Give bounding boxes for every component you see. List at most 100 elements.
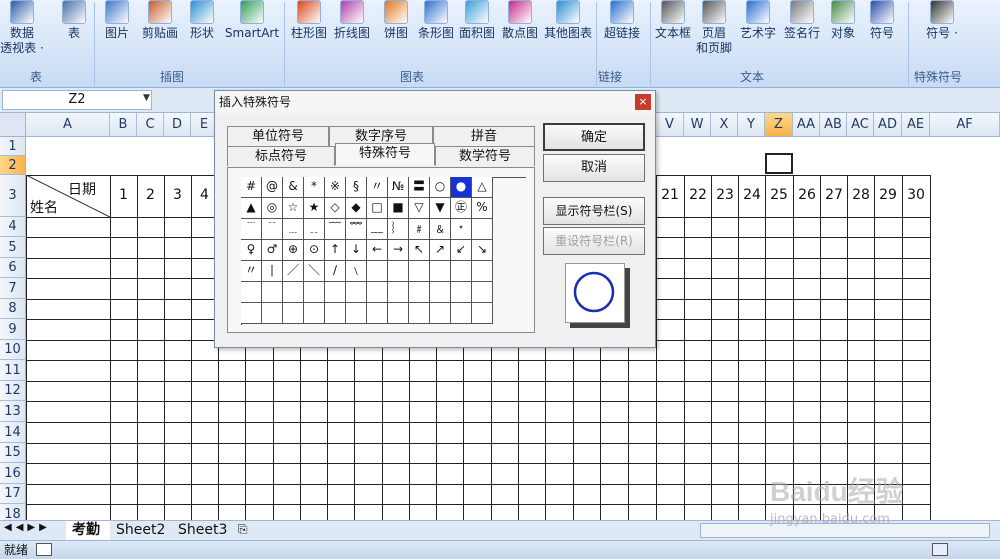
ribbon-button-14[interactable]: 文本框 (652, 0, 694, 41)
symbol-cell[interactable] (451, 282, 472, 303)
column-header-ae[interactable]: AE (902, 113, 930, 137)
symbol-cell[interactable]: ︴ (388, 219, 409, 240)
row-header-6[interactable]: 6 (0, 258, 26, 278)
symbol-cell[interactable]: ← (367, 240, 388, 261)
ribbon-button-15[interactable]: 页眉 和页脚 (694, 0, 734, 56)
symbol-cell[interactable]: ↗ (430, 240, 451, 261)
symbol-cell[interactable]: 〓 (409, 177, 430, 198)
symbol-cell[interactable]: § (346, 177, 367, 198)
symbol-cell[interactable]: ⊙ (304, 240, 325, 261)
ribbon-button-12[interactable]: 其他图表 (542, 0, 594, 41)
symbol-cell[interactable]: ☆ (283, 198, 304, 219)
column-header-ab[interactable]: AB (820, 113, 847, 137)
symbol-cell[interactable]: ﹨ (346, 261, 367, 282)
row-header-11[interactable]: 11 (0, 360, 26, 381)
symbol-cell[interactable] (241, 282, 262, 303)
sheet-tab[interactable]: Sheet3 (172, 521, 232, 541)
ribbon-button-10[interactable]: 面积图 (457, 0, 497, 41)
row-header-2[interactable]: 2 (0, 156, 26, 175)
symbol-cell[interactable]: * (304, 177, 325, 198)
row-header-9[interactable]: 9 (0, 319, 26, 340)
symbol-cell[interactable]: ﹏ (367, 219, 388, 240)
chevron-down-icon[interactable]: ▼ (143, 93, 150, 103)
ok-button[interactable]: 确定 (543, 123, 645, 151)
symbol-cell[interactable] (346, 303, 367, 324)
symbol-cell[interactable] (430, 303, 451, 324)
symbol-cell[interactable]: ↑ (325, 240, 346, 261)
column-header-af[interactable]: AF (930, 113, 1000, 137)
symbol-cell[interactable] (304, 303, 325, 324)
symbol-cell[interactable]: ● (451, 177, 472, 198)
symbol-cell[interactable]: ▲ (241, 198, 262, 219)
symbol-cell[interactable]: → (388, 240, 409, 261)
symbol-cell[interactable]: ∕ (325, 261, 346, 282)
row-header-16[interactable]: 16 (0, 463, 26, 484)
row-header-1[interactable]: 1 (0, 137, 26, 156)
ribbon-button-0[interactable]: 数据 透视表 · (0, 0, 44, 56)
ribbon-button-16[interactable]: 艺术字 (738, 0, 778, 41)
column-header-d[interactable]: D (164, 113, 191, 137)
symbol-cell[interactable]: ﹉ (241, 219, 262, 240)
symbol-cell[interactable] (304, 282, 325, 303)
tab-math-symbols[interactable]: 数学符号 (435, 146, 535, 166)
row-header-7[interactable]: 7 (0, 278, 26, 299)
symbol-cell[interactable] (472, 219, 493, 240)
symbol-cell[interactable] (430, 261, 451, 282)
symbol-cell[interactable]: ▽ (409, 198, 430, 219)
column-header-aa[interactable]: AA (793, 113, 820, 137)
symbol-cell[interactable] (472, 261, 493, 282)
symbol-cell[interactable]: ↓ (346, 240, 367, 261)
symbol-cell[interactable]: ﹍ (283, 219, 304, 240)
row-header-14[interactable]: 14 (0, 422, 26, 443)
symbol-cell[interactable]: ﹟ (409, 219, 430, 240)
column-header-ad[interactable]: AD (874, 113, 902, 137)
ribbon-button-9[interactable]: 条形图 (416, 0, 456, 41)
symbol-cell[interactable]: ◎ (262, 198, 283, 219)
selected-cell-z2[interactable] (765, 153, 793, 174)
row-header-10[interactable]: 10 (0, 340, 26, 360)
symbol-cell[interactable]: @ (262, 177, 283, 198)
row-header-15[interactable]: 15 (0, 443, 26, 463)
ribbon-button-2[interactable]: 图片 (100, 0, 134, 41)
row-header-5[interactable]: 5 (0, 237, 26, 258)
symbol-cell[interactable] (451, 261, 472, 282)
symbol-cell[interactable] (262, 303, 283, 324)
column-header-x[interactable]: X (711, 113, 738, 137)
symbol-cell[interactable]: ⊕ (283, 240, 304, 261)
ribbon-button-4[interactable]: 形状 (186, 0, 218, 41)
symbol-cell[interactable]: № (388, 177, 409, 198)
row-header-18[interactable]: 18 (0, 504, 26, 520)
column-header-ac[interactable]: AC (847, 113, 874, 137)
symbol-cell[interactable] (409, 282, 430, 303)
symbol-cell[interactable]: ※ (325, 177, 346, 198)
symbol-cell[interactable] (367, 303, 388, 324)
symbol-cell[interactable] (388, 303, 409, 324)
show-symbol-bar-button[interactable]: 显示符号栏(S) (543, 197, 645, 225)
ribbon-button-5[interactable]: SmartArt (222, 0, 282, 41)
ribbon-button-6[interactable]: 柱形图 (288, 0, 330, 41)
symbol-cell[interactable]: ﹎ (304, 219, 325, 240)
symbol-cell[interactable] (409, 303, 430, 324)
ribbon-button-20[interactable]: 符号 · (912, 0, 972, 41)
tab-punctuation[interactable]: 标点符号 (227, 146, 335, 166)
symbol-cell[interactable]: ﹠ (430, 219, 451, 240)
ribbon-button-7[interactable]: 折线图 (330, 0, 374, 41)
ribbon-button-13[interactable]: 超链接 (600, 0, 644, 41)
symbol-cell[interactable]: ★ (304, 198, 325, 219)
symbol-cell[interactable]: ﹊ (262, 219, 283, 240)
symbol-cell[interactable]: ♀ (241, 240, 262, 261)
macro-record-icon[interactable] (36, 543, 52, 556)
symbol-cell[interactable] (472, 282, 493, 303)
column-header-y[interactable]: Y (738, 113, 765, 137)
symbol-cell[interactable] (409, 261, 430, 282)
symbol-cell[interactable] (241, 303, 262, 324)
symbol-cell[interactable]: △ (472, 177, 493, 198)
symbol-cell[interactable]: ↙ (451, 240, 472, 261)
row-header-13[interactable]: 13 (0, 401, 26, 422)
name-box[interactable]: Z2 (2, 90, 152, 110)
symbol-cell[interactable]: ∣ (262, 261, 283, 282)
symbol-cell[interactable] (367, 261, 388, 282)
symbol-cell[interactable]: ／ (283, 261, 304, 282)
select-all-corner[interactable] (0, 113, 26, 137)
column-header-a[interactable]: A (26, 113, 110, 137)
